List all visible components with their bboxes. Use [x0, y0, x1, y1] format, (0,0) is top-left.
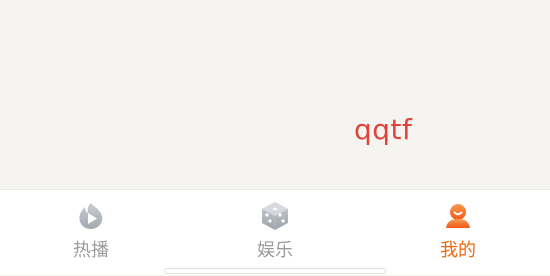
profile-page-content: qqtf	[0, 0, 550, 189]
tab-mine-label: 我的	[440, 240, 476, 261]
play-flame-icon	[79, 203, 103, 229]
dice-icon	[262, 202, 288, 230]
tab-hot-label: 热播	[73, 240, 109, 261]
home-indicator[interactable]	[164, 268, 386, 274]
bottom-tab-bar: 热播 娱乐 我的	[0, 189, 550, 275]
tab-entertainment-label: 娱乐	[257, 240, 293, 261]
username-text: qqtf	[354, 113, 413, 146]
tab-hot[interactable]: 热播	[31, 190, 151, 276]
tab-entertainment[interactable]: 娱乐	[215, 190, 335, 276]
tab-mine[interactable]: 我的	[398, 190, 518, 276]
user-avatar-icon	[446, 204, 470, 228]
